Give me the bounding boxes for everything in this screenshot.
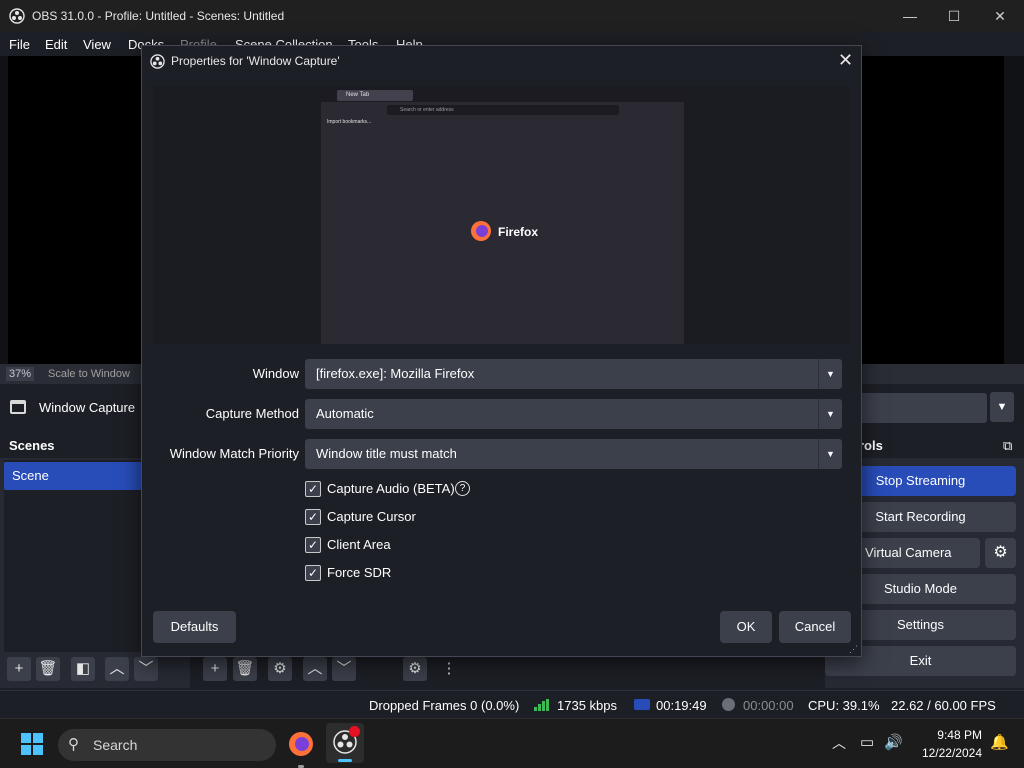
capture-method-select[interactable]: Automatic ▼ <box>305 399 842 429</box>
firefox-tab-strip: New Tab <box>321 88 684 102</box>
defaults-button[interactable]: Defaults <box>153 611 236 643</box>
taskbar-time[interactable]: 9:48 PM <box>924 728 982 742</box>
record-time: 00:00:00 <box>743 698 794 713</box>
menu-edit[interactable]: Edit <box>45 37 67 52</box>
maximize-button[interactable]: ☐ <box>944 6 964 26</box>
firefox-tab: New Tab <box>337 90 413 101</box>
ok-button[interactable]: OK <box>720 611 772 643</box>
capture-audio-checkbox[interactable]: ✓ <box>305 481 321 497</box>
mixer-settings-gear-icon[interactable]: ⚙ <box>403 657 427 681</box>
cpu-usage: CPU: 39.1% <box>808 698 880 713</box>
source-properties-gear-icon[interactable]: ⚙ <box>268 657 292 681</box>
taskbar: ⚲ Search ︿ ▭ 🔊 9:48 PM 12/22/2024 🔔 <box>0 718 1024 768</box>
minimize-button[interactable]: — <box>900 6 920 26</box>
help-icon[interactable]: ? <box>455 481 470 496</box>
menu-file[interactable]: File <box>9 37 30 52</box>
notification-bell-icon[interactable]: 🔔 <box>990 733 1009 751</box>
virtual-camera-gear-icon[interactable]: ⚙ <box>985 538 1016 568</box>
window-capture-icon <box>10 400 26 414</box>
search-icon: ⚲ <box>68 736 79 753</box>
match-priority-label: Window Match Priority <box>169 446 299 461</box>
status-bar: Dropped Frames 0 (0.0%) 1735 kbps 00:19:… <box>0 690 1024 718</box>
scene-item[interactable]: Scene <box>4 462 142 490</box>
mixer-menu-icon[interactable]: ⋮ <box>437 657 461 681</box>
search-label: Search <box>93 737 138 753</box>
display-icon[interactable]: ▭ <box>860 733 874 751</box>
source-name: Window Capture <box>39 400 136 415</box>
move-source-down-icon[interactable]: ﹀ <box>332 657 356 681</box>
scene-filters-icon[interactable]: ◧ <box>71 657 95 681</box>
obs-taskbar-button[interactable] <box>326 723 364 763</box>
chevron-down-icon: ▼ <box>818 359 842 389</box>
force-sdr-label[interactable]: Force SDR <box>327 565 391 580</box>
scale-mode[interactable]: Scale to Window <box>48 368 130 380</box>
force-sdr-checkbox[interactable]: ✓ <box>305 565 321 581</box>
obs-live-badge <box>349 726 360 737</box>
fps: 22.62 / 60.00 FPS <box>891 698 996 713</box>
capture-method-label: Capture Method <box>205 406 299 421</box>
window-label: Window <box>252 366 299 381</box>
bitrate: 1735 kbps <box>557 698 617 713</box>
volume-icon[interactable]: 🔊 <box>884 733 903 751</box>
dialog-close-button[interactable]: ✕ <box>838 50 853 71</box>
window-select[interactable]: [firefox.exe]: Mozilla Firefox ▼ <box>305 359 842 389</box>
title-bar: OBS 31.0.0 - Profile: Untitled - Scenes:… <box>0 0 1024 32</box>
source-window-select[interactable] <box>855 393 987 423</box>
firefox-bookmarks-bar: Import bookmarks... <box>327 119 372 125</box>
remove-source-trash-icon[interactable]: 🗑 <box>233 657 257 681</box>
client-area-checkbox[interactable]: ✓ <box>305 537 321 553</box>
streaming-icon <box>634 699 650 710</box>
source-dropdown-button[interactable]: ▼ <box>990 392 1014 422</box>
window-title: OBS 31.0.0 - Profile: Untitled - Scenes:… <box>32 9 285 23</box>
add-source-button[interactable]: + <box>203 657 227 681</box>
remove-scene-trash-icon[interactable]: 🗑 <box>36 657 60 681</box>
firefox-url-bar: Search or enter address <box>387 105 619 115</box>
stream-time: 00:19:49 <box>656 698 707 713</box>
record-icon <box>722 698 735 711</box>
capture-cursor-label[interactable]: Capture Cursor <box>327 509 416 524</box>
dialog-title: Properties for 'Window Capture' <box>171 54 340 68</box>
match-priority-value: Window title must match <box>316 446 457 461</box>
move-scene-up-icon[interactable]: ︿ <box>105 657 129 681</box>
capture-method-value: Automatic <box>316 406 374 421</box>
chevron-down-icon: ▼ <box>818 439 842 469</box>
move-scene-down-icon[interactable]: ﹀ <box>134 657 158 681</box>
dropped-frames: Dropped Frames 0 (0.0%) <box>369 698 520 713</box>
firefox-logo-icon <box>471 221 491 241</box>
close-window-button[interactable]: ✕ <box>990 6 1010 26</box>
capture-audio-label[interactable]: Capture Audio (BETA) <box>327 481 455 496</box>
firefox-icon[interactable] <box>288 731 314 757</box>
firefox-window-preview: New Tab Search or enter address Import b… <box>321 88 684 344</box>
resize-grip-icon[interactable]: ⋰ <box>849 644 858 655</box>
window-select-value: [firefox.exe]: Mozilla Firefox <box>316 366 475 381</box>
capture-cursor-checkbox[interactable]: ✓ <box>305 509 321 525</box>
network-signal-icon <box>534 699 549 711</box>
windows-start-icon[interactable] <box>21 733 43 755</box>
undock-icon[interactable]: ⧉ <box>1003 438 1012 454</box>
zoom-level[interactable]: 37% <box>6 367 35 381</box>
obs-active-indicator <box>338 759 352 762</box>
move-source-up-icon[interactable]: ︿ <box>303 657 327 681</box>
chevron-down-icon: ▼ <box>818 399 842 429</box>
add-scene-button[interactable]: + <box>7 657 31 681</box>
taskbar-search[interactable]: ⚲ Search <box>58 729 276 761</box>
firefox-wordmark: Firefox <box>498 225 539 239</box>
taskbar-date[interactable]: 12/22/2024 <box>916 746 982 760</box>
obs-logo-icon <box>150 54 165 69</box>
cancel-button[interactable]: Cancel <box>779 611 851 643</box>
match-priority-select[interactable]: Window title must match ▼ <box>305 439 842 469</box>
properties-dialog: Properties for 'Window Capture' ✕ New Ta… <box>141 45 862 657</box>
chevron-up-icon[interactable]: ︿ <box>832 733 846 753</box>
obs-logo-icon <box>9 8 25 24</box>
menu-view[interactable]: View <box>83 37 111 52</box>
client-area-label[interactable]: Client Area <box>327 537 391 552</box>
